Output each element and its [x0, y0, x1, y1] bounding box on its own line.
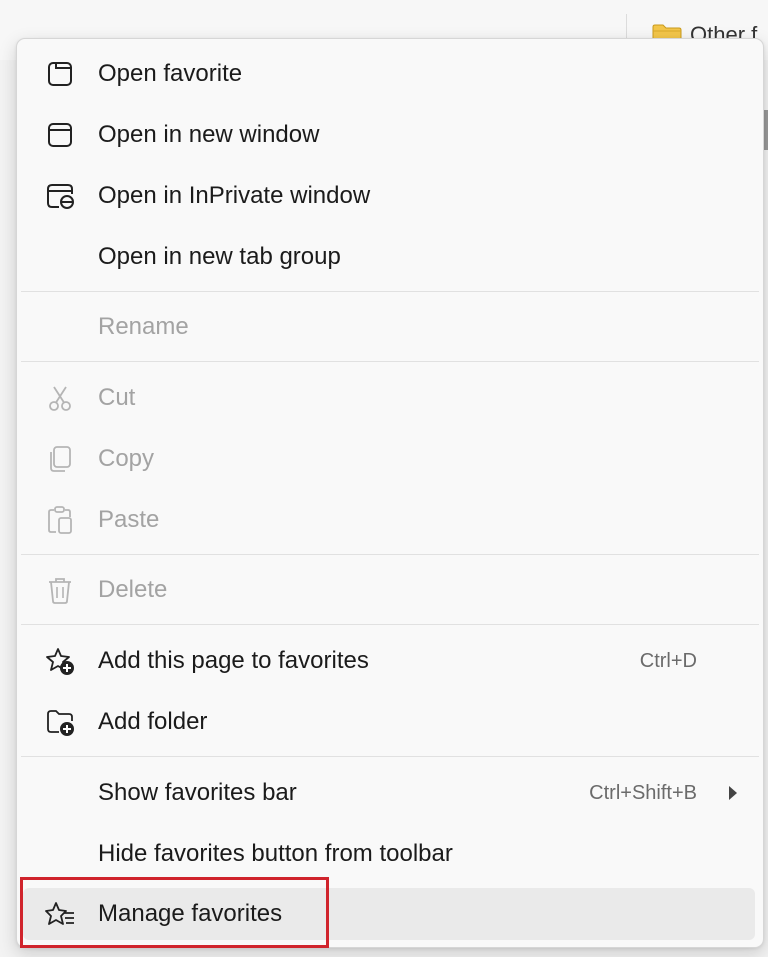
menu-item-paste: Paste	[23, 494, 755, 546]
menu-item-label: Hide favorites button from toolbar	[98, 840, 453, 867]
copy-icon	[45, 444, 75, 474]
menu-item-label: Open favorite	[98, 60, 243, 87]
menu-item-hide-favorites-button[interactable]: Hide favorites button from toolbar	[23, 828, 755, 880]
star-add-icon	[45, 646, 75, 676]
menu-item-label: Add this page to favorites	[98, 647, 369, 674]
menu-item-label: Open in InPrivate window	[98, 182, 371, 209]
menu-separator	[21, 291, 759, 292]
menu-separator	[21, 624, 759, 625]
menu-item-label: Copy	[98, 445, 155, 472]
menu-item-label: Open in new tab group	[98, 243, 341, 270]
menu-item-label: Manage favorites	[98, 900, 283, 927]
menu-item-manage-favorites[interactable]: Manage favorites	[23, 888, 755, 940]
menu-item-label: Show favorites bar	[98, 779, 297, 806]
trash-icon	[45, 575, 75, 605]
menu-item-open-tab-group[interactable]: Open in new tab group	[23, 231, 755, 283]
menu-separator	[21, 361, 759, 362]
menu-item-label: Cut	[98, 384, 136, 411]
menu-separator	[21, 554, 759, 555]
star-list-icon	[45, 899, 75, 929]
menu-item-label: Open in new window	[98, 121, 320, 148]
folder-add-icon	[45, 707, 75, 737]
scissors-icon	[45, 383, 75, 413]
submenu-arrow-icon	[729, 786, 737, 800]
menu-item-rename: Rename	[23, 301, 755, 353]
menu-item-add-page-to-favorites[interactable]: Add this page to favorites Ctrl+D	[23, 635, 755, 687]
menu-item-label: Delete	[98, 576, 168, 603]
menu-item-label: Paste	[98, 506, 160, 533]
window-icon	[45, 120, 75, 150]
menu-item-copy: Copy	[23, 433, 755, 485]
menu-item-label: Rename	[98, 313, 189, 340]
shortcut-label: Ctrl+Shift+B	[589, 781, 697, 804]
menu-item-cut: Cut	[23, 372, 755, 424]
menu-item-open-inprivate[interactable]: Open in InPrivate window	[23, 170, 755, 222]
toolbar-divider	[626, 14, 627, 38]
tab-icon	[45, 59, 75, 89]
menu-item-delete: Delete	[23, 564, 755, 616]
favorites-context-menu: Open favorite Open in new window Open in…	[16, 38, 764, 948]
paste-icon	[45, 505, 75, 535]
inprivate-window-icon	[45, 181, 75, 211]
menu-item-show-favorites-bar[interactable]: Show favorites bar Ctrl+Shift+B	[23, 767, 755, 819]
menu-item-open-favorite[interactable]: Open favorite	[23, 48, 755, 100]
menu-item-open-new-window[interactable]: Open in new window	[23, 109, 755, 161]
menu-separator	[21, 756, 759, 757]
shortcut-label: Ctrl+D	[639, 649, 697, 672]
menu-item-add-folder[interactable]: Add folder	[23, 696, 755, 748]
menu-item-label: Add folder	[98, 708, 208, 735]
